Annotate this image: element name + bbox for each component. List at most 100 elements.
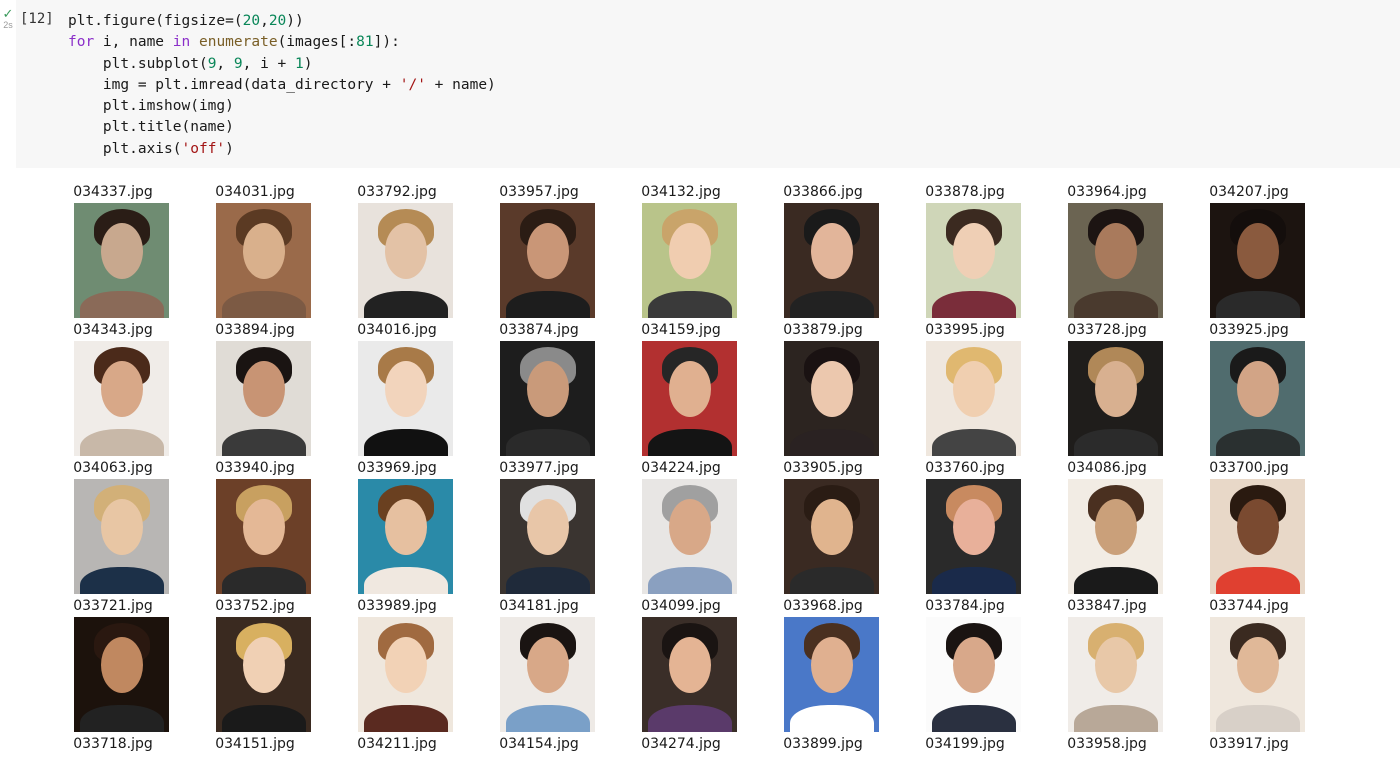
face-image-head — [953, 361, 995, 417]
code-token: 20 — [268, 13, 287, 29]
code-token: 9 — [233, 55, 243, 72]
face-image-head — [669, 223, 711, 279]
face-image — [642, 341, 737, 456]
face-image-head — [243, 637, 285, 693]
face-image-head — [811, 223, 853, 279]
code-line: plt.figure(figsize=(20,20)) — [68, 11, 496, 32]
code-token: enumerate — [198, 34, 278, 51]
face-image-head — [1095, 637, 1137, 693]
face-image-head — [953, 637, 995, 693]
code-line: plt.title(name) — [68, 117, 496, 138]
face-image-torso — [1074, 429, 1158, 456]
face-image-torso — [364, 429, 448, 456]
face-image-head — [1237, 361, 1279, 417]
face-image-head — [385, 223, 427, 279]
face-image-head — [1095, 499, 1137, 555]
face-image — [1068, 479, 1163, 594]
face-image-torso — [648, 291, 732, 318]
code-token: '/' — [399, 76, 426, 93]
subplot-title: 034207.jpg — [1209, 184, 1289, 200]
code-token: )) — [286, 13, 304, 29]
face-image — [216, 479, 311, 594]
face-image-torso — [648, 429, 732, 456]
face-image — [926, 479, 1021, 594]
face-image — [216, 617, 311, 732]
face-image — [1210, 479, 1305, 594]
face-image — [926, 617, 1021, 732]
face-image-torso — [790, 705, 874, 732]
subplot-title: 033700.jpg — [1209, 460, 1289, 476]
face-image-torso — [364, 567, 448, 594]
face-image-head — [243, 361, 285, 417]
face-image-head — [811, 637, 853, 693]
face-image — [784, 203, 879, 318]
code-line: for i, name in enumerate(images[:81]): — [68, 32, 496, 53]
face-image-torso — [1216, 291, 1300, 318]
face-image-torso — [648, 567, 732, 594]
face-image-head — [669, 361, 711, 417]
face-image — [642, 203, 737, 318]
face-image-torso — [80, 705, 164, 732]
face-image — [926, 341, 1021, 456]
code-token: img = plt.imread(data_directory + — [68, 76, 400, 93]
cell-run-status: ✓ 2s — [0, 6, 16, 30]
face-image-head — [101, 223, 143, 279]
face-image-head — [1237, 223, 1279, 279]
face-image-head — [385, 499, 427, 555]
face-image — [784, 341, 879, 456]
face-image-head — [1095, 361, 1137, 417]
face-image-head — [811, 361, 853, 417]
face-image-head — [101, 361, 143, 417]
face-image-torso — [648, 705, 732, 732]
face-image — [1210, 617, 1305, 732]
face-image — [784, 479, 879, 594]
face-image-torso — [932, 291, 1016, 318]
face-image-head — [385, 637, 427, 693]
face-image-head — [101, 499, 143, 555]
face-image — [74, 203, 169, 318]
subplot-title: 033925.jpg — [1209, 322, 1289, 338]
execution-count: [12] — [20, 11, 54, 27]
subplot-title: 033744.jpg — [1209, 598, 1289, 614]
face-image — [358, 617, 453, 732]
code-token: i, name — [94, 34, 173, 51]
face-image-torso — [1216, 705, 1300, 732]
face-image — [1068, 203, 1163, 318]
face-image-torso — [790, 567, 874, 594]
code-line: img = plt.imread(data_directory + '/' + … — [68, 75, 496, 96]
code-token: + name) — [425, 76, 496, 93]
face-image-head — [527, 637, 569, 693]
code-token: ]): — [373, 34, 400, 51]
face-image — [500, 341, 595, 456]
face-image-torso — [1074, 567, 1158, 594]
face-image-head — [1237, 499, 1279, 555]
face-image-torso — [932, 705, 1016, 732]
code-editor[interactable]: plt.figure(figsize=(20,20)) for i, name i… — [68, 11, 496, 160]
face-image — [74, 617, 169, 732]
face-image — [358, 203, 453, 318]
face-image-head — [811, 499, 853, 555]
face-image-head — [527, 499, 569, 555]
face-image-head — [1095, 223, 1137, 279]
face-image-torso — [364, 705, 448, 732]
code-token: , — [216, 55, 234, 72]
face-image-head — [243, 223, 285, 279]
face-image-torso — [506, 567, 590, 594]
check-icon: ✓ — [2, 6, 14, 21]
face-image-torso — [222, 429, 306, 456]
face-image-head — [527, 361, 569, 417]
code-token: , i + — [242, 55, 296, 72]
face-image-torso — [1216, 429, 1300, 456]
face-image-torso — [80, 429, 164, 456]
code-token: plt.title(name) — [68, 119, 234, 136]
face-image-torso — [222, 291, 306, 318]
face-image — [1068, 617, 1163, 732]
face-image — [1068, 341, 1163, 456]
subplot-title: 033917.jpg — [1209, 736, 1289, 752]
code-token: (images[: — [277, 34, 357, 51]
face-image-torso — [506, 705, 590, 732]
face-image-torso — [506, 429, 590, 456]
face-image-head — [243, 499, 285, 555]
face-image — [358, 341, 453, 456]
